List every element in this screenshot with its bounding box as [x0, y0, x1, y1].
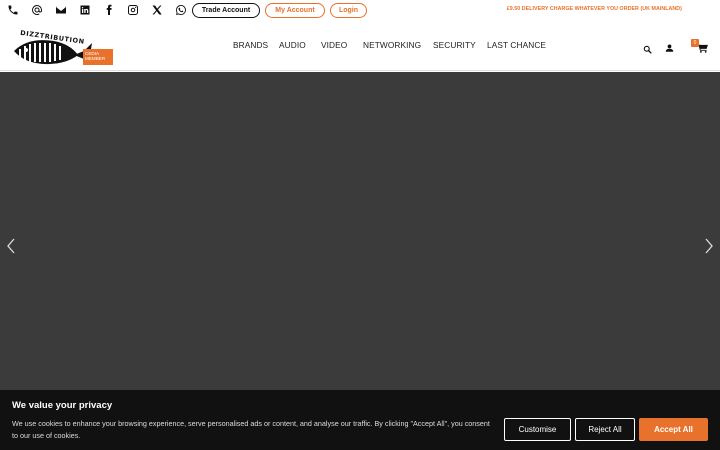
nav-audio[interactable]: AUDIO — [279, 40, 306, 50]
slider-prev-arrow-icon[interactable] — [5, 238, 17, 254]
x-icon[interactable] — [150, 3, 164, 17]
top-bar: Trade Account My Account Login £9.50 DEL… — [0, 0, 720, 21]
phone-icon[interactable] — [6, 3, 20, 17]
slider-next-arrow-icon[interactable] — [703, 238, 715, 254]
cookie-consent-banner: We value your privacy We use cookies to … — [0, 390, 720, 450]
accept-all-button[interactable]: Accept All — [639, 418, 708, 441]
cookie-title: We value your privacy — [12, 400, 113, 411]
cookie-body: We use cookies to enhance your browsing … — [12, 419, 490, 440]
trade-account-button[interactable]: Trade Account — [192, 3, 260, 18]
delivery-notice: £9.50 DELIVERY CHARGE WHATEVER YOU ORDER… — [506, 6, 682, 12]
linkedin-icon[interactable] — [78, 3, 92, 17]
login-button[interactable]: Login — [330, 3, 367, 18]
nav-video[interactable]: VIDEO — [321, 40, 347, 50]
user-icon[interactable] — [665, 40, 674, 52]
contact-social-icons — [6, 3, 198, 17]
customise-button[interactable]: Customise — [504, 418, 571, 441]
whatsapp-icon[interactable] — [174, 3, 188, 17]
cart-count-badge: 0 — [691, 39, 699, 47]
nav-networking[interactable]: NETWORKING — [363, 40, 421, 50]
search-icon[interactable] — [643, 41, 652, 54]
nav-security[interactable]: SECURITY — [433, 40, 476, 50]
my-account-button[interactable]: My Account — [265, 3, 325, 18]
instagram-icon[interactable] — [126, 3, 140, 17]
facebook-icon[interactable] — [102, 3, 116, 17]
mail-icon[interactable] — [54, 3, 68, 17]
reject-all-button[interactable]: Reject All — [575, 418, 635, 441]
nav-last-chance[interactable]: LAST CHANCE — [487, 40, 546, 50]
nav-brands[interactable]: BRANDS — [233, 40, 268, 50]
at-icon[interactable] — [30, 3, 44, 17]
site-header: DIZZTRIBUTION CEDIA MEMBER BRANDS AUDIO … — [0, 21, 720, 71]
main-nav: BRANDS AUDIO VIDEO NETWORKING SECURITY L… — [0, 40, 720, 52]
